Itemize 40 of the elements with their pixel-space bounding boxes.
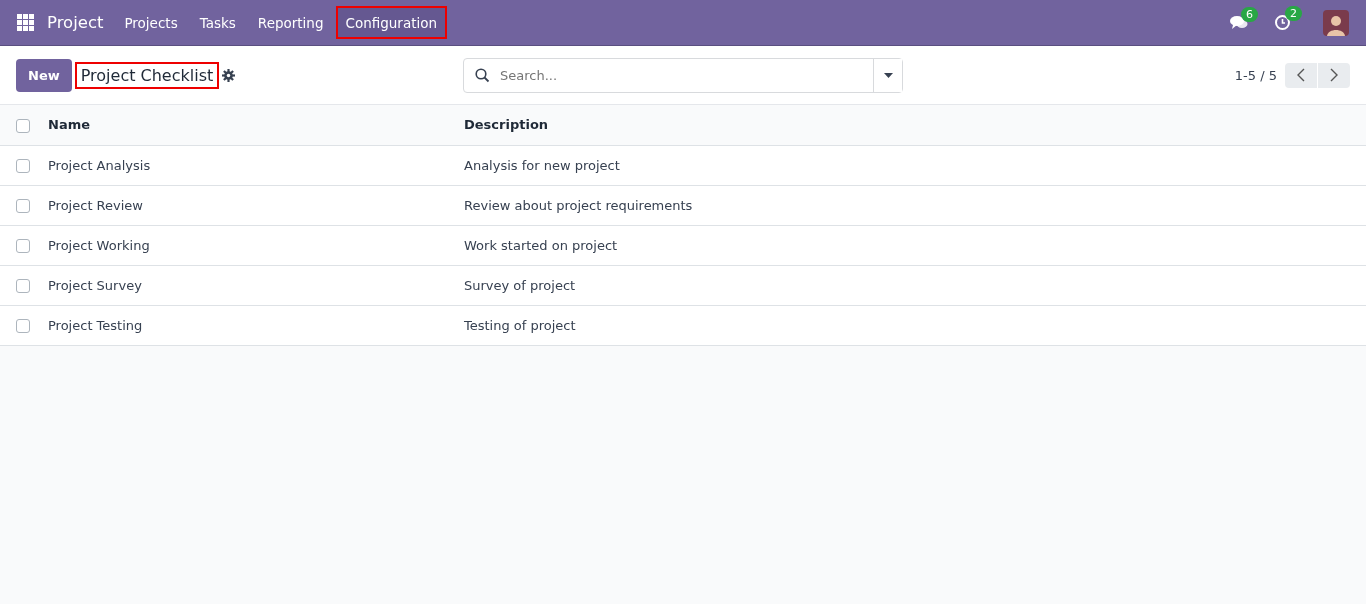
menu-item[interactable]: Tasks bbox=[189, 6, 246, 39]
menu-item[interactable]: Reporting bbox=[247, 6, 334, 39]
column-header[interactable]: Name bbox=[48, 117, 90, 133]
row-checkbox[interactable] bbox=[16, 318, 30, 333]
app-grid-icon[interactable] bbox=[17, 14, 34, 31]
search-field[interactable]: Search... bbox=[463, 57, 903, 93]
avatar-icon[interactable] bbox=[1323, 9, 1349, 36]
pager-text: 1-5 / 5 bbox=[1234, 67, 1277, 83]
select-all-checkbox[interactable] bbox=[16, 118, 30, 133]
previous-page-button[interactable] bbox=[1285, 62, 1317, 88]
menu-item[interactable]: Projects bbox=[114, 6, 188, 39]
table-cell: Project Testing bbox=[48, 317, 143, 333]
search-icon bbox=[475, 67, 490, 83]
activity-count-badge: 2 bbox=[1285, 6, 1302, 21]
next-page-button[interactable] bbox=[1318, 62, 1350, 88]
message-count-badge: 6 bbox=[1241, 6, 1258, 22]
app-name[interactable]: Project bbox=[47, 13, 104, 32]
table-cell: Project Survey bbox=[48, 277, 142, 293]
gear-icon[interactable] bbox=[222, 68, 236, 82]
table-cell: Project Working bbox=[48, 237, 150, 253]
row-checkbox[interactable] bbox=[16, 158, 30, 173]
clock-icon[interactable] bbox=[1274, 14, 1291, 31]
table-cell: Work started on project bbox=[464, 237, 618, 253]
new-button[interactable]: New bbox=[16, 58, 72, 92]
menu-item[interactable]: Configuration bbox=[335, 6, 448, 39]
row-checkbox[interactable] bbox=[16, 238, 30, 253]
caret-icon bbox=[883, 72, 893, 78]
search-options-button[interactable] bbox=[873, 58, 902, 92]
table-cell: Analysis for new project bbox=[464, 157, 620, 173]
page-title: Project Checklist bbox=[74, 61, 220, 89]
row-checkbox[interactable] bbox=[16, 278, 30, 293]
table-cell: Project Analysis bbox=[48, 157, 151, 173]
row-checkbox[interactable] bbox=[16, 198, 30, 213]
table-cell: Survey of project bbox=[464, 277, 576, 293]
chevron-left-icon bbox=[1297, 68, 1305, 82]
chevron-right-icon bbox=[1330, 68, 1338, 82]
column-header[interactable]: Description bbox=[464, 117, 549, 133]
table-cell: Review about project requirements bbox=[464, 197, 693, 213]
table-cell: Project Review bbox=[48, 197, 143, 213]
table-cell: Testing of project bbox=[464, 317, 576, 333]
